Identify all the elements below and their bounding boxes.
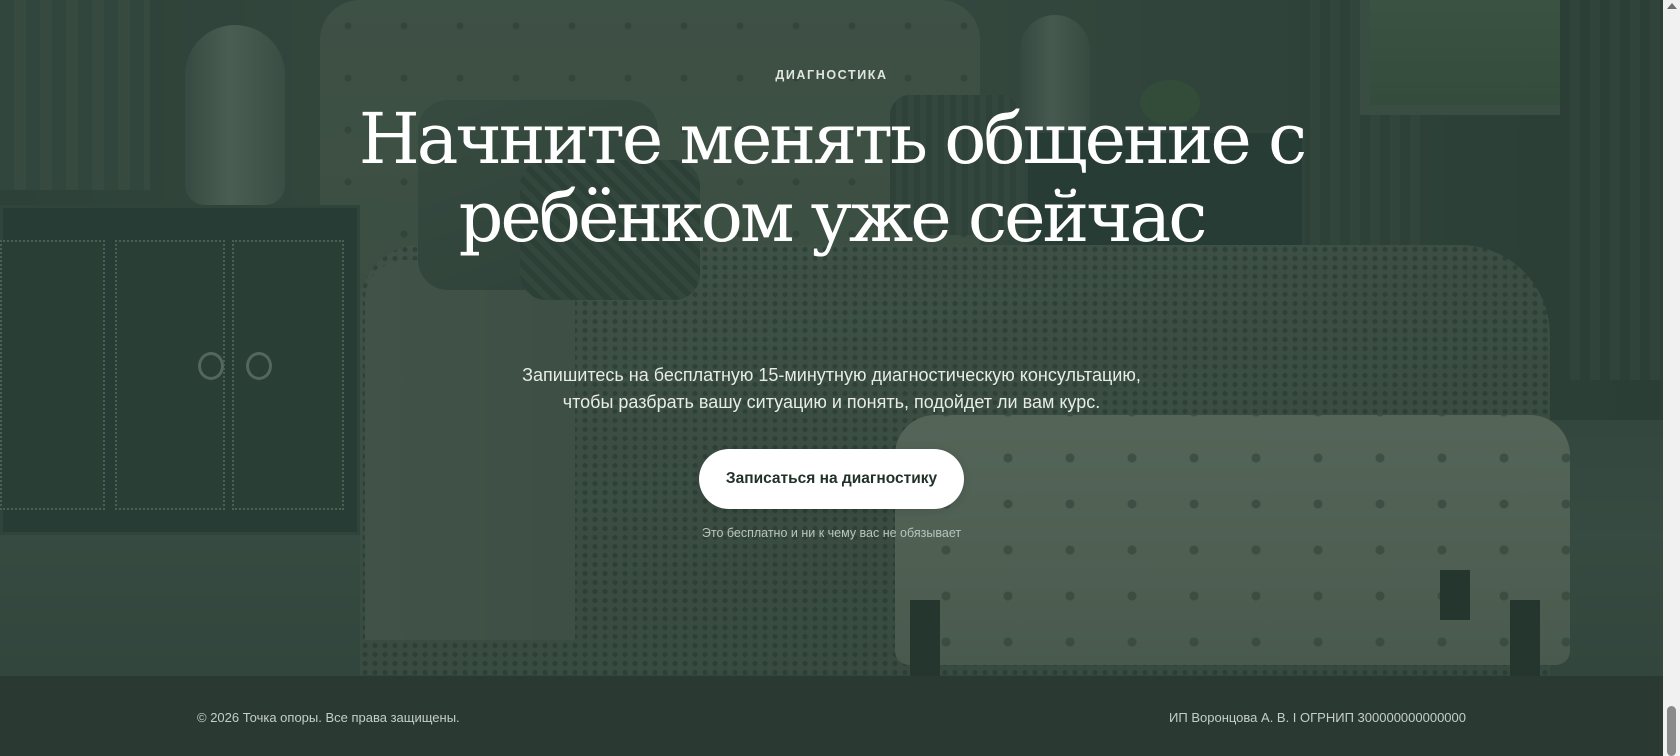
free-note: Это бесплатно и ни к чему вас не обязыва… [701,526,962,540]
hero-content: ДИАГНОСТИКА Начните менять общение с реб… [0,0,1663,676]
footer-copyright: © 2026 Точка опоры. Все права защищены. [197,710,460,725]
site-footer: © 2026 Точка опоры. Все права защищены. … [0,676,1663,756]
hero-subtitle-line: чтобы разбрать вашу ситуацию и понять, п… [562,392,1101,412]
hero-subtitle-line: Запишитесь на бесплатную 15-минутную диа… [522,365,1141,385]
section-eyebrow: ДИАГНОСТИКА [775,68,888,82]
scrollbar-thumb[interactable] [1667,706,1676,756]
hero-subtitle: Запишитесь на бесплатную 15-минутную диа… [480,362,1183,416]
book-diagnostics-button[interactable]: Записаться на диагностику [699,449,964,509]
page-scrollbar[interactable] [1663,0,1680,756]
hero-headline: Начните менять общение с ребёнком уже се… [358,98,1308,258]
footer-legal-info: ИП Воронцова А. В. I ОГРНИП 300000000000… [1169,710,1466,725]
chevron-up-icon[interactable] [1667,3,1677,9]
page: ДИАГНОСТИКА Начните менять общение с реб… [0,0,1680,756]
diagnostics-hero-section: ДИАГНОСТИКА Начните менять общение с реб… [0,0,1663,676]
